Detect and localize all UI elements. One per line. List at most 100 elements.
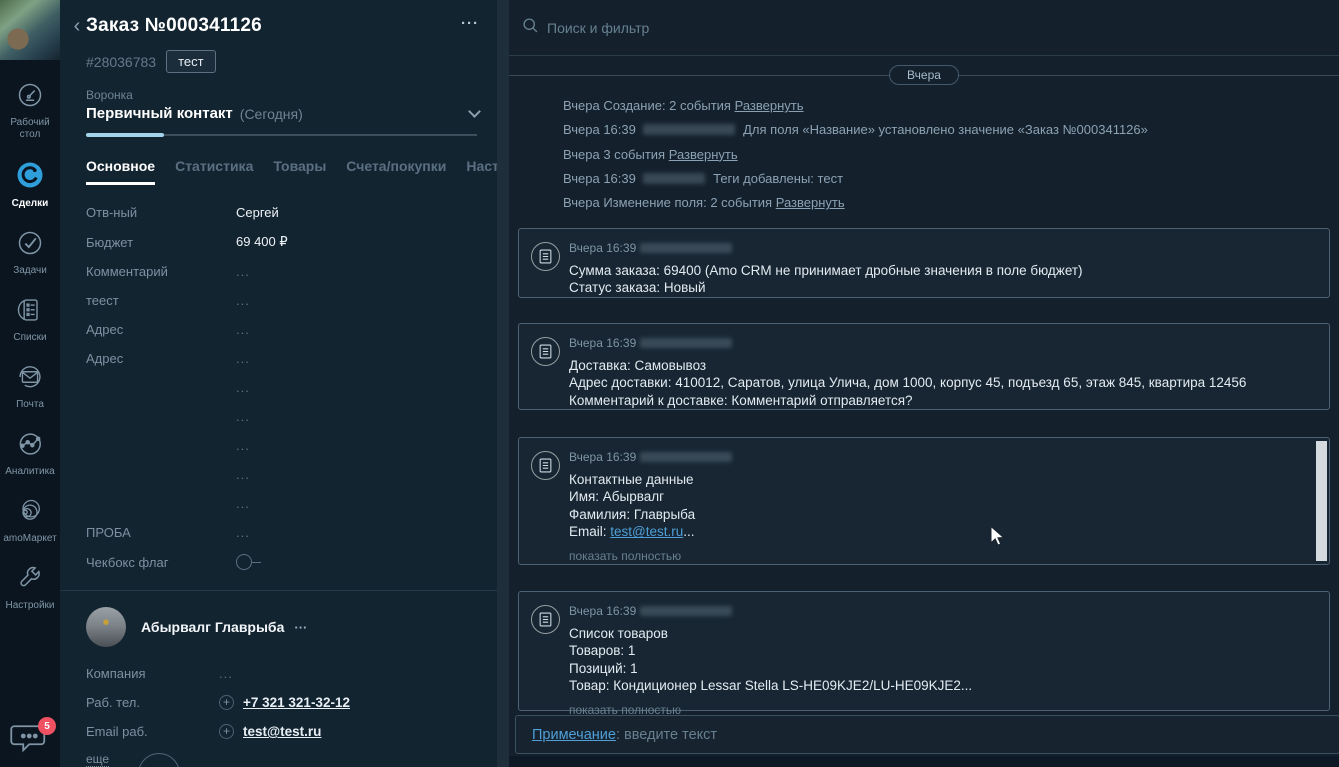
note-card-order-sum[interactable]: Вчера 16:39 Сумма заказа: 69400 (Amo CRM… bbox=[518, 228, 1330, 298]
sidebar-item-settings[interactable]: Настройки bbox=[0, 555, 60, 622]
analytics-icon bbox=[16, 430, 44, 466]
note-icon bbox=[531, 451, 560, 480]
note-email-link[interactable]: test@test.ru bbox=[610, 524, 683, 539]
contact-avatar[interactable] bbox=[86, 607, 126, 647]
mail-icon bbox=[16, 363, 44, 399]
expand-link[interactable]: Развернуть bbox=[776, 195, 845, 210]
sidebar-item-label: Списки bbox=[13, 332, 46, 344]
timeline-event: Вчера 3 события Развернуть bbox=[563, 143, 1319, 167]
deal-menu-button[interactable]: ··· bbox=[461, 15, 479, 32]
sidebar-item-label: Рабочий стол bbox=[0, 117, 60, 141]
note-text-line: Доставка: Самовывоз bbox=[569, 357, 1311, 375]
tab-setup[interactable]: Настроить bbox=[466, 158, 497, 185]
stage-hint: (Сегодня) bbox=[240, 106, 470, 122]
feed-search-bar bbox=[509, 0, 1339, 56]
checkbox-flag-toggle[interactable] bbox=[236, 554, 261, 570]
sidebar-item-desktop[interactable]: Рабочий стол bbox=[0, 72, 60, 151]
search-icon bbox=[522, 17, 547, 39]
tab-invoices[interactable]: Счета/покупки bbox=[346, 158, 446, 185]
list-icon bbox=[16, 296, 44, 332]
deal-id: #28036783 bbox=[86, 54, 156, 70]
note-text-line: Товар: Кондиционер Lessar Stella LS-HE09… bbox=[569, 677, 1311, 695]
deal-tag[interactable]: тест bbox=[166, 50, 216, 73]
back-button[interactable]: ‹ bbox=[68, 15, 86, 37]
field-row[interactable]: Комментарий ... bbox=[60, 257, 497, 286]
field-row-checkbox-flag: Чекбокс флаг bbox=[60, 547, 497, 577]
redacted-author bbox=[640, 338, 732, 348]
show-more-fields-link[interactable]: еще bbox=[86, 752, 109, 767]
show-full-note-link[interactable]: показать полностью bbox=[569, 548, 1299, 566]
field-row[interactable]: ... bbox=[60, 402, 497, 431]
stage-progress-bar[interactable] bbox=[86, 133, 477, 137]
sidebar-item-analytics[interactable]: Аналитика bbox=[0, 421, 60, 488]
add-phone-icon[interactable]: + bbox=[219, 695, 234, 710]
contact-menu-button[interactable]: ··· bbox=[294, 620, 307, 635]
deal-tabs: Основное Статистика Товары Счета/покупки… bbox=[86, 158, 479, 185]
note-scrollbar[interactable] bbox=[1316, 441, 1327, 561]
timeline-event: Вчера Изменение поля: 2 события Разверну… bbox=[563, 191, 1319, 215]
search-input[interactable] bbox=[547, 20, 947, 36]
timeline-panel: Вчера Вчера Создание: 2 события Разверну… bbox=[509, 0, 1339, 767]
field-row[interactable]: Адрес ... bbox=[60, 315, 497, 344]
expand-link[interactable]: Развернуть bbox=[735, 98, 804, 113]
redacted-author bbox=[640, 243, 732, 253]
deal-subheader: #28036783 тест bbox=[86, 50, 497, 73]
field-row[interactable]: Отв-ный Сергей bbox=[60, 198, 497, 227]
sidebar-item-label: amoМаркет bbox=[3, 533, 56, 545]
note-card-delivery[interactable]: Вчера 16:39 Доставка: Самовывоз Адрес до… bbox=[518, 323, 1330, 410]
app-sidebar: Рабочий стол Сделки Задачи bbox=[0, 0, 60, 767]
field-row[interactable]: Бюджет 69 400 ₽ bbox=[60, 227, 497, 257]
sidebar-item-tasks[interactable]: Задачи bbox=[0, 220, 60, 287]
contact-phone-row: Раб. тел. + +7 321 321-32-12 bbox=[86, 688, 479, 717]
redacted-author bbox=[643, 124, 735, 135]
redacted-author bbox=[643, 173, 705, 184]
note-email-line: Email: test@test.ru... bbox=[569, 523, 1299, 541]
deal-header: ‹ Заказ №000341126 ··· bbox=[60, 0, 497, 37]
note-timestamp: Вчера 16:39 bbox=[569, 449, 1299, 467]
support-chat-button[interactable]: 5 bbox=[10, 721, 54, 761]
progress-fill bbox=[86, 133, 164, 137]
chat-unread-badge: 5 bbox=[38, 717, 56, 735]
add-email-icon[interactable]: + bbox=[219, 724, 234, 739]
contact-name[interactable]: Абырвалг Главрыба bbox=[141, 619, 284, 635]
note-input-placeholder: : введите текст bbox=[616, 727, 717, 743]
sidebar-item-lists[interactable]: Списки bbox=[0, 287, 60, 354]
dashboard-icon bbox=[16, 81, 44, 117]
field-row[interactable]: ПРОБА ... bbox=[60, 518, 497, 547]
sidebar-item-mail[interactable]: Почта bbox=[0, 354, 60, 421]
tab-main[interactable]: Основное bbox=[86, 158, 155, 185]
tab-statistics[interactable]: Статистика bbox=[175, 158, 253, 185]
market-icon bbox=[16, 497, 44, 533]
field-row[interactable]: ... bbox=[60, 431, 497, 460]
field-row[interactable]: ... bbox=[60, 373, 497, 402]
timeline-event: Вчера 16:39 Теги добавлены: тест bbox=[563, 167, 1319, 191]
sidebar-item-amomarket[interactable]: amoМаркет bbox=[0, 488, 60, 555]
note-card-contact-data[interactable]: Вчера 16:39 Контактные данные Имя: Абырв… bbox=[518, 437, 1330, 565]
redacted-author bbox=[640, 606, 732, 616]
contact-phone-link[interactable]: +7 321 321-32-12 bbox=[243, 695, 350, 710]
stage-selector[interactable]: Первичный контакт (Сегодня) bbox=[86, 105, 479, 122]
sidebar-item-deals[interactable]: Сделки bbox=[0, 151, 60, 220]
deal-card-panel: ‹ Заказ №000341126 ··· #28036783 тест Во… bbox=[60, 0, 497, 767]
note-input[interactable]: Примечание : введите текст bbox=[515, 715, 1339, 754]
field-row[interactable]: ... bbox=[60, 489, 497, 518]
expand-link[interactable]: Развернуть bbox=[669, 147, 738, 162]
note-text-line: Статус заказа: Новый bbox=[569, 279, 1311, 297]
note-type-selector[interactable]: Примечание bbox=[532, 727, 616, 743]
note-card-products[interactable]: Вчера 16:39 Список товаров Товаров: 1 По… bbox=[518, 591, 1330, 711]
panel-divider[interactable] bbox=[497, 0, 509, 767]
field-row[interactable]: ... bbox=[60, 460, 497, 489]
tab-products[interactable]: Товары bbox=[273, 158, 326, 185]
note-icon bbox=[531, 242, 560, 271]
field-row[interactable]: Адрес ... bbox=[60, 344, 497, 373]
contact-email-link[interactable]: test@test.ru bbox=[243, 724, 321, 739]
timeline-event: Вчера 16:39 Для поля «Название» установл… bbox=[563, 118, 1319, 142]
check-circle-icon bbox=[16, 229, 44, 265]
stage-name: Первичный контакт bbox=[86, 105, 233, 122]
note-text-line: Сумма заказа: 69400 (Amo CRM не принимае… bbox=[569, 262, 1311, 280]
day-pill[interactable]: Вчера bbox=[889, 65, 959, 85]
contact-company-row[interactable]: Компания ... bbox=[86, 659, 479, 688]
user-avatar[interactable] bbox=[0, 0, 60, 60]
field-row[interactable]: теест ... bbox=[60, 286, 497, 315]
feed-bottom-strip bbox=[509, 756, 1339, 767]
